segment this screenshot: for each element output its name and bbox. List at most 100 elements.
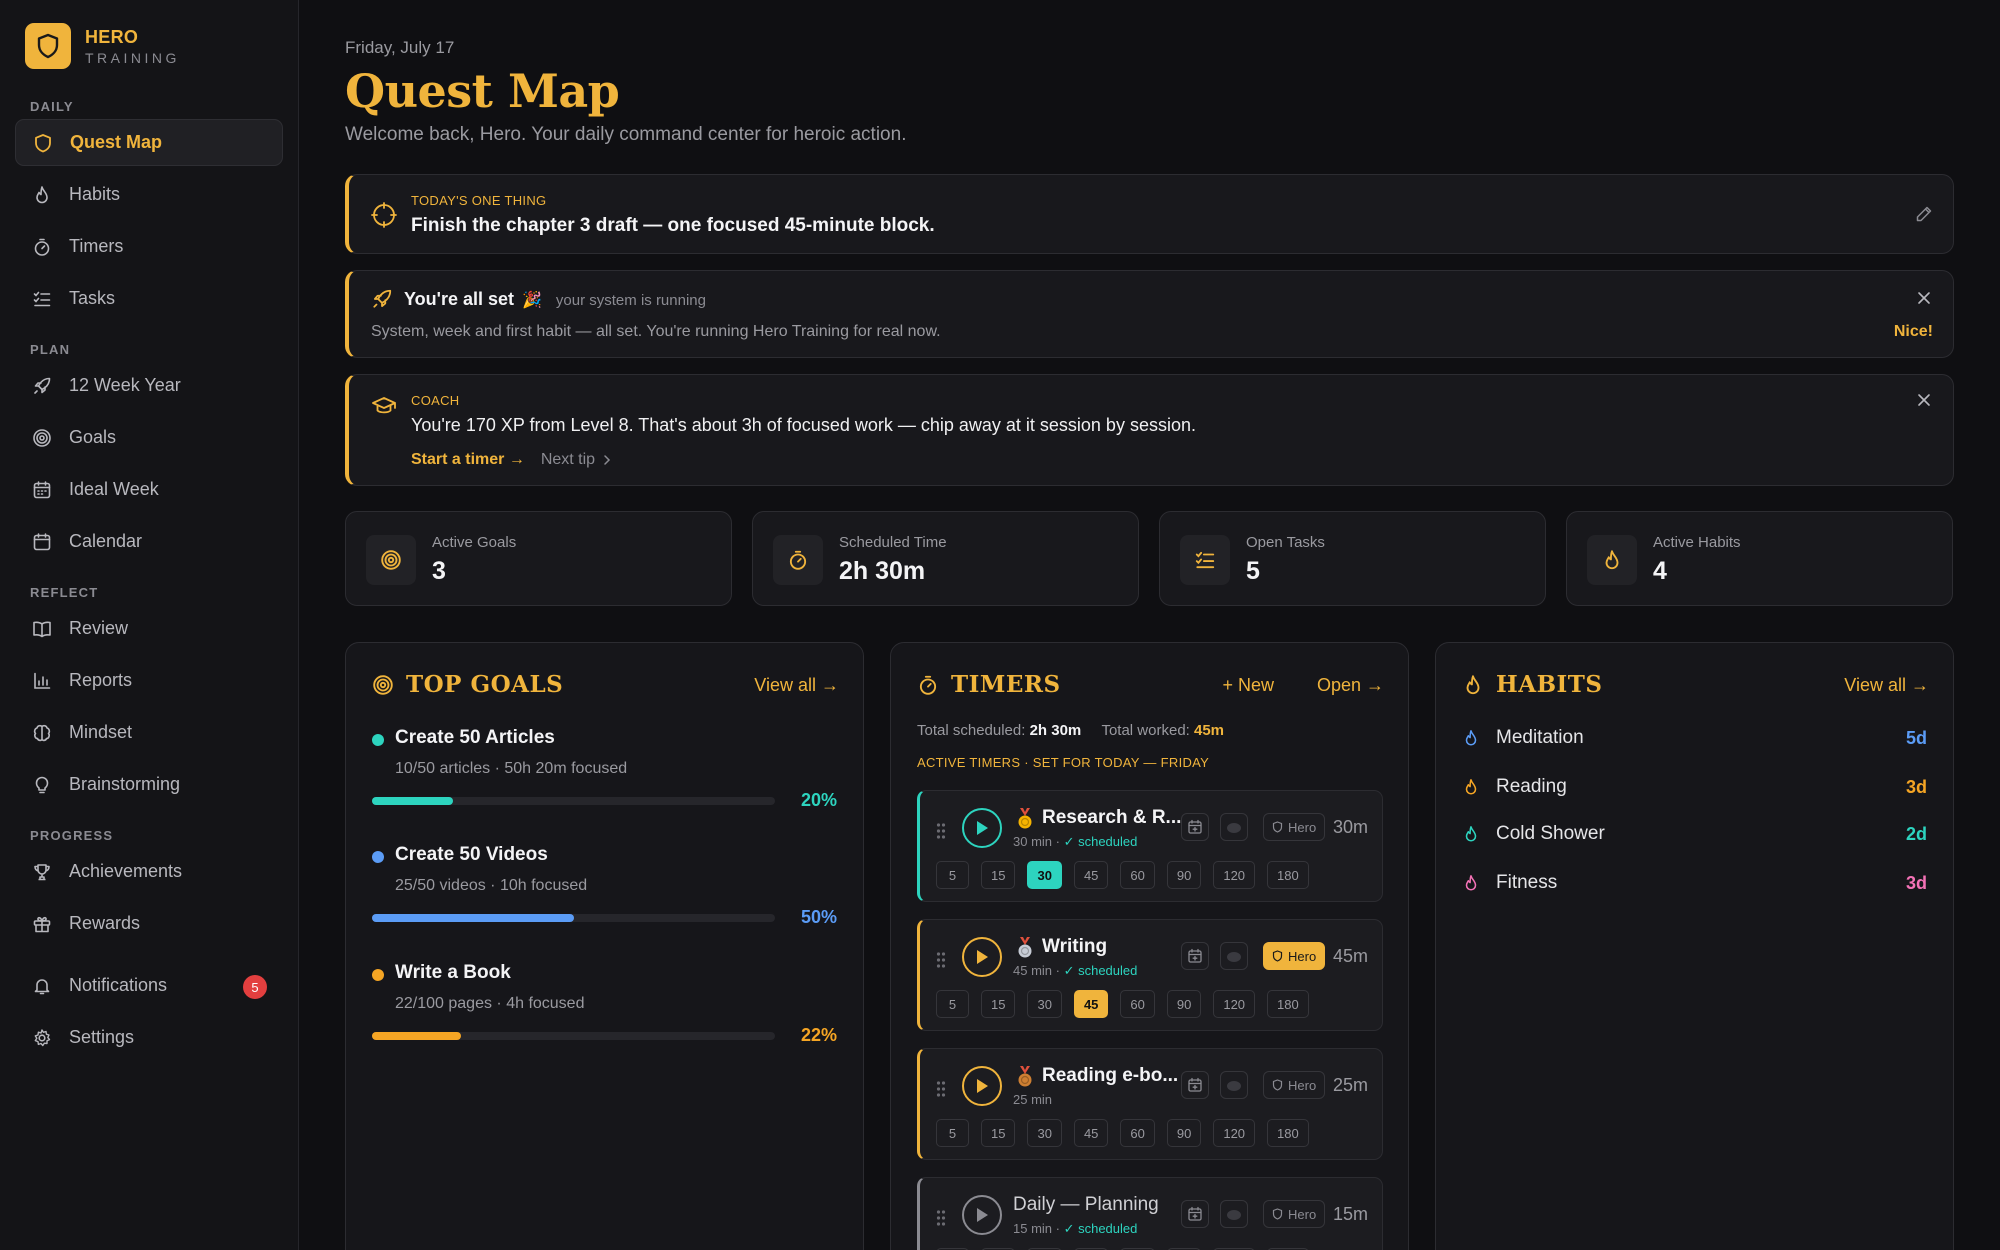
preset-chip-5[interactable]: 5 bbox=[936, 990, 969, 1018]
preset-chip-30[interactable]: 30 bbox=[1027, 861, 1062, 889]
timer-item[interactable]: Reading e-bo... 25 min Hero 25m 5 15 30 45 6… bbox=[917, 1048, 1383, 1160]
start-timer-link[interactable]: Start a timer → bbox=[411, 451, 525, 469]
preset-chip-30[interactable]: 30 bbox=[1027, 1119, 1062, 1147]
hero-toggle[interactable]: Hero bbox=[1263, 942, 1326, 970]
toggle-button[interactable] bbox=[1220, 942, 1248, 970]
sidebar-item-timers[interactable]: Timers bbox=[15, 223, 283, 270]
schedule-button[interactable] bbox=[1181, 942, 1209, 970]
goals-view-all-link[interactable]: View all → bbox=[754, 675, 839, 696]
stat-active-habits[interactable]: Active Habits 4 bbox=[1566, 511, 1953, 606]
flame-icon bbox=[1465, 826, 1477, 842]
sidebar-item-tasks[interactable]: Tasks bbox=[15, 275, 283, 322]
timer-item[interactable]: Research & R... 30 min · ✓ scheduled Her… bbox=[917, 790, 1383, 902]
hero-toggle[interactable]: Hero bbox=[1263, 813, 1326, 841]
preset-chip-60[interactable]: 60 bbox=[1120, 861, 1155, 889]
nav-section-plan: PLAN bbox=[30, 342, 71, 357]
drag-handle-icon[interactable] bbox=[936, 1209, 946, 1227]
preset-chip-45[interactable]: 45 bbox=[1073, 1119, 1109, 1147]
habits-view-all-link[interactable]: View all → bbox=[1844, 675, 1929, 696]
preset-chip-180[interactable]: 180 bbox=[1267, 990, 1309, 1018]
preset-chip-30[interactable]: 30 bbox=[1027, 990, 1062, 1018]
sidebar-item-goals[interactable]: Goals bbox=[15, 414, 283, 461]
toggle-button[interactable] bbox=[1220, 1071, 1248, 1099]
close-icon[interactable] bbox=[1915, 391, 1933, 409]
preset-chip-120[interactable]: 120 bbox=[1213, 861, 1256, 889]
sidebar-item-quest-map[interactable]: Quest Map bbox=[15, 119, 283, 166]
one-thing-banner: TODAY'S ONE THING Finish the chapter 3 d… bbox=[345, 174, 1954, 254]
habit-item[interactable]: Reading 3d bbox=[1462, 772, 1927, 802]
schedule-button[interactable] bbox=[1181, 1200, 1209, 1228]
sidebar-item-brainstorming[interactable]: Brainstorming bbox=[15, 761, 283, 808]
preset-chip-45[interactable]: 45 bbox=[1073, 861, 1109, 889]
sidebar-item-mindset[interactable]: Mindset bbox=[15, 709, 283, 756]
stat-scheduled-time[interactable]: Scheduled Time 2h 30m bbox=[752, 511, 1139, 606]
sidebar-item-review[interactable]: Review bbox=[15, 605, 283, 652]
play-button[interactable] bbox=[962, 937, 1002, 977]
timers-totals: Total scheduled: 2h 30m Total worked: 45… bbox=[917, 722, 1224, 739]
sidebar-item-reports[interactable]: Reports bbox=[15, 657, 283, 704]
brand[interactable]: HERO TRAINING bbox=[15, 0, 283, 92]
stat-label: Scheduled Time bbox=[839, 534, 947, 551]
preset-chip-15[interactable]: 15 bbox=[981, 990, 1016, 1018]
sidebar-item-label: Achievements bbox=[69, 861, 183, 881]
play-button[interactable] bbox=[962, 1066, 1002, 1106]
preset-chip-120[interactable]: 120 bbox=[1213, 1119, 1256, 1147]
preset-chip-180[interactable]: 180 bbox=[1267, 1119, 1309, 1147]
preset-chip-90[interactable]: 90 bbox=[1166, 861, 1202, 889]
stat-open-tasks[interactable]: Open Tasks 5 bbox=[1159, 511, 1546, 606]
toggle-button[interactable] bbox=[1220, 813, 1248, 841]
preset-chip-60[interactable]: 60 bbox=[1120, 990, 1155, 1018]
habit-item[interactable]: Cold Shower 2d bbox=[1462, 819, 1927, 849]
page-date: Friday, July 17 bbox=[345, 38, 455, 57]
calendar-plus-icon bbox=[1188, 1206, 1202, 1221]
stat-active-goals[interactable]: Active Goals 3 bbox=[345, 511, 732, 606]
drag-handle-icon[interactable] bbox=[936, 951, 946, 969]
sidebar-item-rewards[interactable]: Rewards bbox=[15, 900, 283, 947]
sidebar-item-label: Notifications bbox=[69, 975, 168, 995]
sidebar-item-label: Calendar bbox=[69, 531, 143, 551]
preset-chip-120[interactable]: 120 bbox=[1213, 990, 1256, 1018]
timer-item[interactable]: Daily — Planning 15 min · ✓ scheduled He… bbox=[917, 1177, 1383, 1250]
preset-chip-15[interactable]: 15 bbox=[981, 1119, 1016, 1147]
preset-chip-90[interactable]: 90 bbox=[1166, 990, 1202, 1018]
sidebar-item-settings[interactable]: Settings bbox=[15, 1014, 283, 1061]
preset-chip-45[interactable]: 45 bbox=[1073, 990, 1109, 1018]
play-button[interactable] bbox=[962, 1195, 1002, 1235]
preset-chip-5[interactable]: 5 bbox=[936, 861, 969, 889]
preset-chip-60[interactable]: 60 bbox=[1120, 1119, 1155, 1147]
toggle-button[interactable] bbox=[1220, 1200, 1248, 1228]
preset-chip-5[interactable]: 5 bbox=[936, 1119, 969, 1147]
habit-item[interactable]: Fitness 3d bbox=[1462, 868, 1927, 898]
preset-chip-180[interactable]: 180 bbox=[1267, 861, 1309, 889]
nice-button[interactable]: Nice! bbox=[1894, 323, 1933, 341]
next-tip-button[interactable]: Next tip bbox=[541, 451, 613, 469]
calendar-icon bbox=[33, 532, 51, 550]
open-timers-link[interactable]: Open → bbox=[1317, 675, 1384, 696]
preset-chip-90[interactable]: 90 bbox=[1166, 1119, 1202, 1147]
habit-name: Reading bbox=[1496, 776, 1567, 797]
hero-toggle[interactable]: Hero bbox=[1263, 1071, 1326, 1099]
pencil-icon[interactable] bbox=[1915, 205, 1933, 223]
schedule-button[interactable] bbox=[1181, 1071, 1209, 1099]
drag-handle-icon[interactable] bbox=[936, 822, 946, 840]
sidebar-item-calendar[interactable]: Calendar bbox=[15, 518, 283, 565]
hero-toggle[interactable]: Hero bbox=[1263, 1200, 1326, 1228]
new-timer-button[interactable]: + New bbox=[1222, 675, 1274, 696]
play-button[interactable] bbox=[962, 808, 1002, 848]
sidebar-item-ideal-week[interactable]: Ideal Week bbox=[15, 466, 283, 513]
brand-logo bbox=[25, 23, 71, 69]
drag-handle-icon[interactable] bbox=[936, 1080, 946, 1098]
timer-duration-meta: 15 min bbox=[1013, 1221, 1053, 1236]
timer-item[interactable]: Writing 45 min · ✓ scheduled Hero 45m 51… bbox=[917, 919, 1383, 1031]
timer-name: Writing bbox=[1042, 936, 1108, 957]
close-icon[interactable] bbox=[1915, 289, 1933, 307]
sidebar-item-notifications[interactable]: Notifications 5 bbox=[15, 962, 283, 1009]
preset-chip-15[interactable]: 15 bbox=[981, 861, 1016, 889]
habit-item[interactable]: Meditation 5d bbox=[1462, 723, 1927, 753]
sidebar-item-12-week-year[interactable]: 12 Week Year bbox=[15, 362, 283, 409]
sidebar-item-habits[interactable]: Habits bbox=[15, 171, 283, 218]
sidebar-item-achievements[interactable]: Achievements bbox=[15, 848, 283, 895]
timer-duration-meta: 45 min bbox=[1013, 963, 1053, 978]
schedule-button[interactable] bbox=[1181, 813, 1209, 841]
timer-name: Reading e-bo... bbox=[1042, 1065, 1179, 1086]
